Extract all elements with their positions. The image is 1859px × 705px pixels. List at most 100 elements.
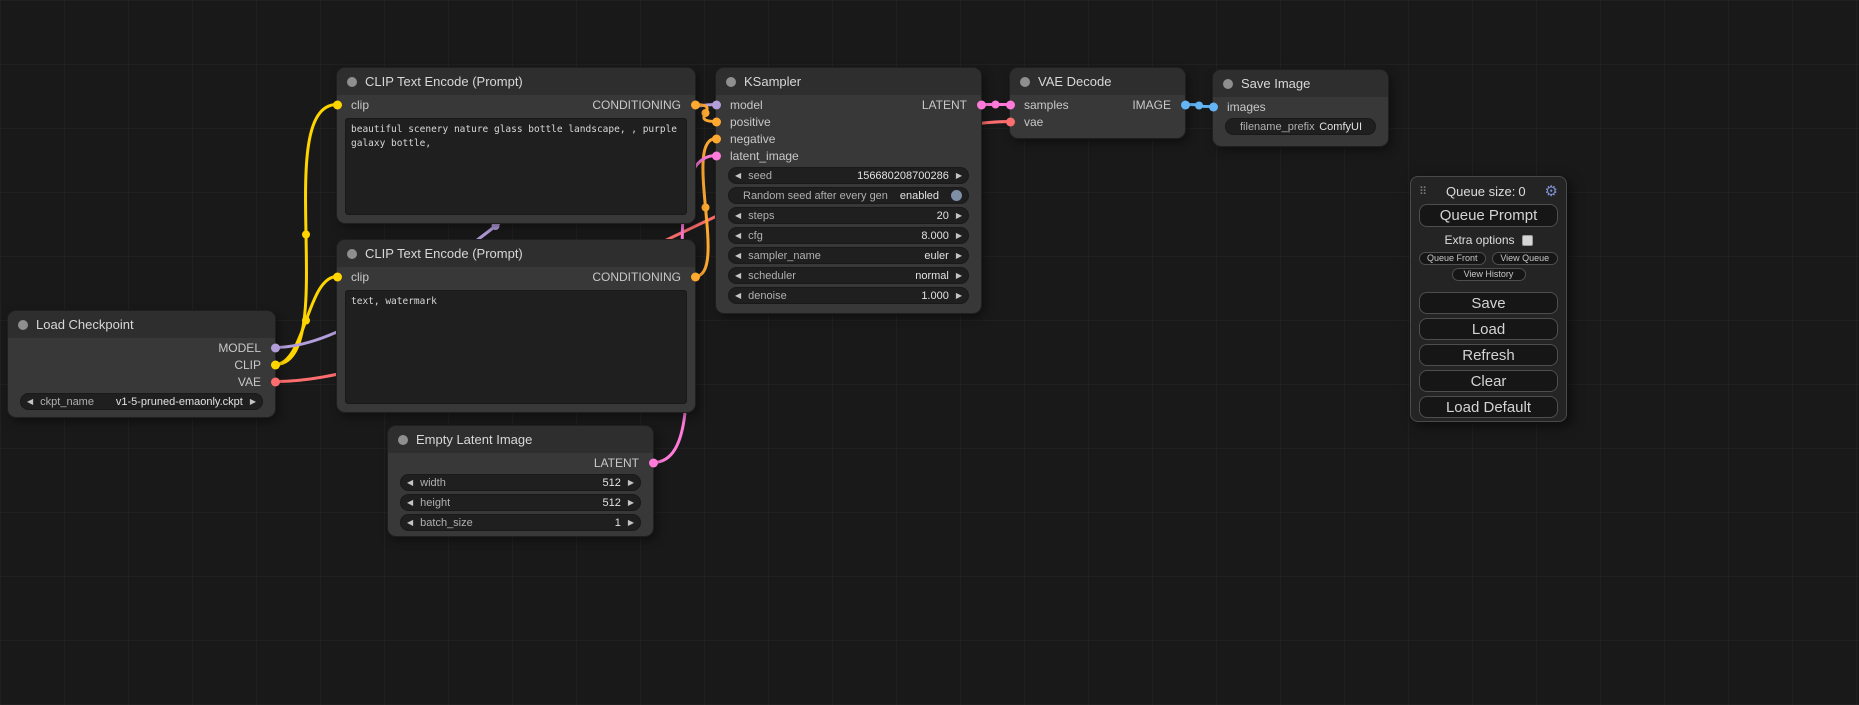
link-midpoint-dot[interactable] — [302, 317, 310, 325]
negative-prompt-textarea[interactable]: text, watermark — [345, 290, 687, 404]
queue-front-button[interactable]: Queue Front — [1419, 252, 1486, 265]
clear-button[interactable]: Clear — [1419, 370, 1558, 392]
decrement-arrow-icon[interactable]: ◀ — [735, 212, 741, 220]
node-clip-text-encode-positive[interactable]: CLIP Text Encode (Prompt) clip CONDITION… — [337, 68, 695, 223]
widget-ckpt-name[interactable]: ◀ ckpt_name v1-5-pruned-emaonly.ckpt ▶ — [20, 393, 263, 410]
widget-height[interactable]: ◀ height 512 ▶ — [400, 494, 641, 511]
next-value-arrow-icon[interactable]: ▶ — [956, 252, 962, 260]
input-port-vae[interactable] — [1006, 117, 1015, 126]
node-vae-decode[interactable]: VAE Decode samples IMAGE vae — [1010, 68, 1185, 138]
load-checkpoint-title-bar[interactable]: Load Checkpoint — [8, 311, 275, 338]
clip-text-encode-title-bar[interactable]: CLIP Text Encode (Prompt) — [337, 240, 695, 267]
node-clip-text-encode-negative[interactable]: CLIP Text Encode (Prompt) clip CONDITION… — [337, 240, 695, 412]
save-image-title-bar[interactable]: Save Image — [1213, 70, 1388, 97]
increment-arrow-icon[interactable]: ▶ — [956, 292, 962, 300]
widget-steps[interactable]: ◀ steps 20 ▶ — [728, 207, 969, 224]
node-save-image[interactable]: Save Image images filename_prefix ComfyU… — [1213, 70, 1388, 146]
prev-value-arrow-icon[interactable]: ◀ — [735, 252, 741, 260]
widget-value: 156680208700286 — [857, 170, 949, 182]
widget-sampler-name[interactable]: ◀ sampler_name euler ▶ — [728, 247, 969, 264]
queue-prompt-button[interactable]: Queue Prompt — [1419, 204, 1558, 227]
drag-handle-icon[interactable]: ⠿ — [1419, 185, 1427, 198]
increment-arrow-icon[interactable]: ▶ — [956, 212, 962, 220]
load-button[interactable]: Load — [1419, 318, 1558, 340]
empty-latent-title-bar[interactable]: Empty Latent Image — [388, 426, 653, 453]
widget-denoise[interactable]: ◀ denoise 1.000 ▶ — [728, 287, 969, 304]
widget-width[interactable]: ◀ width 512 ▶ — [400, 474, 641, 491]
input-port-model[interactable] — [712, 100, 721, 109]
widget-batch-size[interactable]: ◀ batch_size 1 ▶ — [400, 514, 641, 531]
node-empty-latent-image[interactable]: Empty Latent Image LATENT ◀ width 512 ▶ … — [388, 426, 653, 536]
settings-gear-icon[interactable]: ⚙ — [1545, 184, 1558, 199]
input-port-clip[interactable] — [333, 272, 342, 281]
output-port-vae[interactable] — [271, 377, 280, 386]
input-label-clip: clip — [351, 98, 369, 112]
prev-value-arrow-icon[interactable]: ◀ — [735, 272, 741, 280]
link-midpoint-dot[interactable] — [1195, 102, 1203, 110]
output-port-latent[interactable] — [649, 458, 658, 467]
next-value-arrow-icon[interactable]: ▶ — [956, 272, 962, 280]
collapse-dot-icon[interactable] — [726, 77, 736, 87]
node-title: CLIP Text Encode (Prompt) — [365, 74, 523, 89]
link-midpoint-dot[interactable] — [492, 222, 500, 230]
output-port-image[interactable] — [1181, 100, 1190, 109]
clip-text-encode-title-bar[interactable]: CLIP Text Encode (Prompt) — [337, 68, 695, 95]
link-midpoint-dot[interactable] — [702, 204, 710, 212]
widget-random-seed-toggle[interactable]: Random seed after every gen enabled — [728, 187, 969, 204]
collapse-dot-icon[interactable] — [1223, 79, 1233, 89]
vae-decode-title-bar[interactable]: VAE Decode — [1010, 68, 1185, 95]
collapse-dot-icon[interactable] — [347, 77, 357, 87]
input-port-samples[interactable] — [1006, 100, 1015, 109]
decrement-arrow-icon[interactable]: ◀ — [735, 292, 741, 300]
increment-arrow-icon[interactable]: ▶ — [628, 499, 634, 507]
extra-options-checkbox[interactable] — [1522, 235, 1533, 246]
positive-prompt-textarea[interactable]: beautiful scenery nature glass bottle la… — [345, 118, 687, 215]
output-port-latent[interactable] — [977, 100, 986, 109]
decrement-arrow-icon[interactable]: ◀ — [407, 519, 413, 527]
prev-value-arrow-icon[interactable]: ◀ — [27, 398, 33, 406]
widget-filename-prefix[interactable]: filename_prefix ComfyUI — [1225, 118, 1376, 135]
widget-seed[interactable]: ◀ seed 156680208700286 ▶ — [728, 167, 969, 184]
view-queue-button[interactable]: View Queue — [1492, 252, 1559, 265]
decrement-arrow-icon[interactable]: ◀ — [407, 499, 413, 507]
widget-name: scheduler — [748, 270, 796, 282]
widget-cfg[interactable]: ◀ cfg 8.000 ▶ — [728, 227, 969, 244]
increment-arrow-icon[interactable]: ▶ — [628, 519, 634, 527]
input-port-positive[interactable] — [712, 117, 721, 126]
increment-arrow-icon[interactable]: ▶ — [956, 172, 962, 180]
output-port-clip[interactable] — [271, 360, 280, 369]
refresh-button[interactable]: Refresh — [1419, 344, 1558, 366]
output-port-model[interactable] — [271, 343, 280, 352]
input-port-latent-image[interactable] — [712, 151, 721, 160]
widget-value: ComfyUI — [1319, 121, 1362, 133]
increment-arrow-icon[interactable]: ▶ — [628, 479, 634, 487]
input-port-images[interactable] — [1209, 102, 1218, 111]
decrement-arrow-icon[interactable]: ◀ — [735, 232, 741, 240]
collapse-dot-icon[interactable] — [18, 320, 28, 330]
widget-scheduler[interactable]: ◀ scheduler normal ▶ — [728, 267, 969, 284]
next-value-arrow-icon[interactable]: ▶ — [250, 398, 256, 406]
increment-arrow-icon[interactable]: ▶ — [956, 232, 962, 240]
save-button[interactable]: Save — [1419, 292, 1558, 314]
comfy-menu-panel[interactable]: ⠿ Queue size:0 ⚙ Queue Prompt Extra opti… — [1410, 176, 1567, 422]
output-port-conditioning[interactable] — [691, 272, 700, 281]
ksampler-title-bar[interactable]: KSampler — [716, 68, 981, 95]
canvas-background[interactable]: Load Checkpoint MODEL CLIP VAE ◀ ckpt_na… — [0, 0, 1859, 705]
decrement-arrow-icon[interactable]: ◀ — [407, 479, 413, 487]
node-ksampler[interactable]: KSampler model LATENT positive negative … — [716, 68, 981, 313]
collapse-dot-icon[interactable] — [398, 435, 408, 445]
decrement-arrow-icon[interactable]: ◀ — [735, 172, 741, 180]
input-port-negative[interactable] — [712, 134, 721, 143]
view-history-button[interactable]: View History — [1452, 268, 1526, 281]
load-default-button[interactable]: Load Default — [1419, 396, 1558, 418]
link-midpoint-dot[interactable] — [702, 109, 710, 117]
output-port-conditioning[interactable] — [691, 100, 700, 109]
node-load-checkpoint[interactable]: Load Checkpoint MODEL CLIP VAE ◀ ckpt_na… — [8, 311, 275, 417]
output-label-image: IMAGE — [1132, 98, 1171, 112]
toggle-knob[interactable] — [951, 190, 962, 201]
input-port-clip[interactable] — [333, 100, 342, 109]
link-midpoint-dot[interactable] — [992, 101, 1000, 109]
collapse-dot-icon[interactable] — [1020, 77, 1030, 87]
link-midpoint-dot[interactable] — [302, 231, 310, 239]
collapse-dot-icon[interactable] — [347, 249, 357, 259]
